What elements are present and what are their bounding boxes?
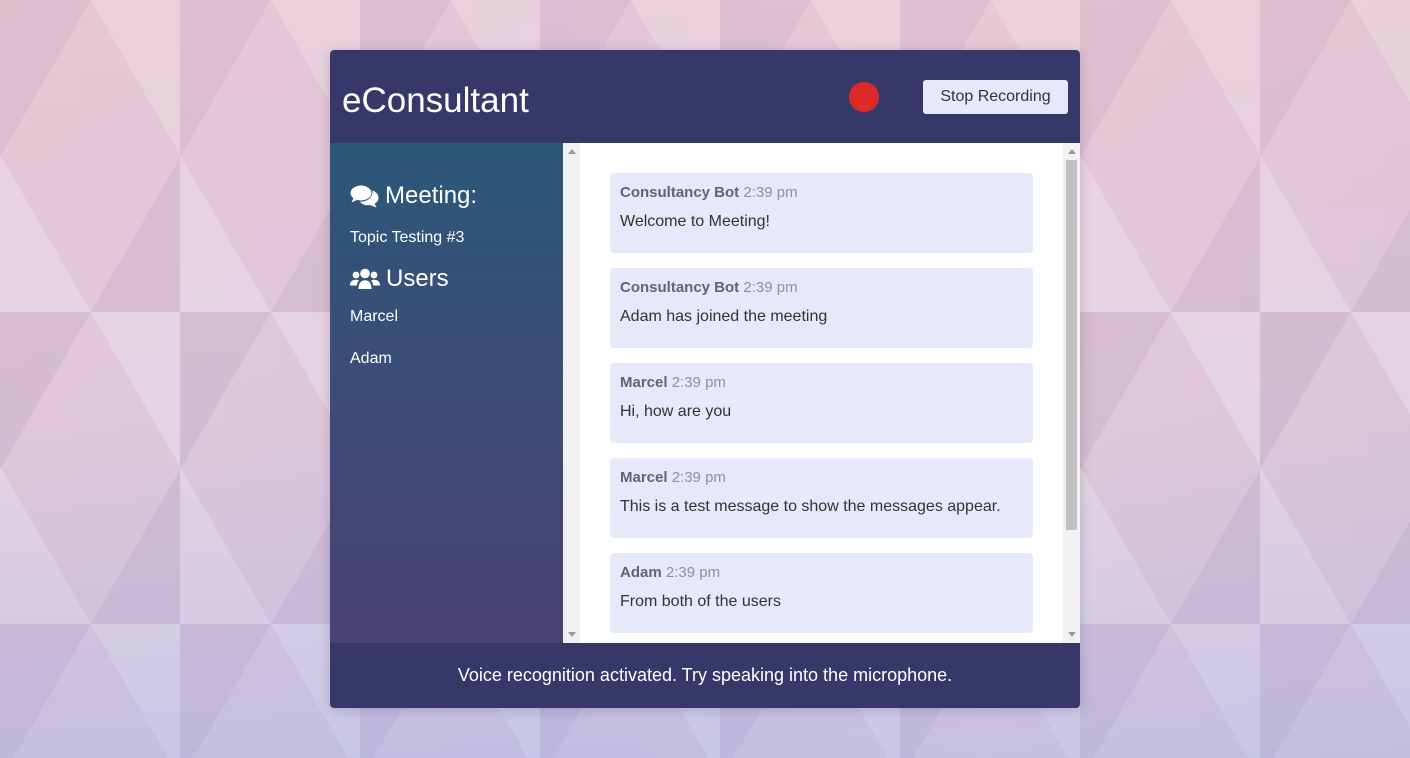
chat-scrollbar[interactable] [1063, 143, 1080, 643]
message-author: Marcel [620, 374, 668, 391]
sidebar: Meeting: Topic Testing #3 Users Marcel A… [330, 143, 563, 643]
message-time: 2:39 pm [665, 564, 721, 581]
meeting-topic: Topic Testing #3 [350, 229, 465, 246]
sidebar-scrollbar[interactable] [563, 143, 580, 643]
meeting-heading-label: Meeting: [385, 182, 478, 209]
message-item: Marcel 2:39 pm This is a test message to… [610, 458, 1033, 538]
message-meta: Marcel 2:39 pm [620, 374, 726, 392]
scrollbar-thumb[interactable] [1066, 160, 1077, 530]
status-bar: Voice recognition activated. Try speakin… [330, 643, 1080, 708]
message-meta: Consultancy Bot 2:39 pm [620, 184, 798, 202]
users-heading: Users [350, 264, 449, 294]
message-item: Adam 2:39 pm From both of the users [610, 553, 1033, 633]
app-header: eConsultant Stop Recording [330, 50, 1080, 143]
message-item: Consultancy Bot 2:39 pm Adam has joined … [610, 268, 1033, 348]
scroll-down-arrow-icon[interactable] [568, 632, 576, 637]
message-meta: Adam 2:39 pm [620, 564, 720, 582]
message-item: Marcel 2:39 pm Hi, how are you [610, 363, 1033, 443]
message-text: This is a test message to show the messa… [620, 498, 1001, 515]
message-meta: Consultancy Bot 2:39 pm [620, 279, 798, 297]
message-text: Adam has joined the meeting [620, 308, 828, 325]
message-author: Consultancy Bot [620, 184, 740, 201]
message-text: Welcome to Meeting! [620, 213, 770, 230]
comments-icon [350, 185, 379, 208]
status-text: Voice recognition activated. Try speakin… [457, 665, 953, 685]
message-meta: Marcel 2:39 pm [620, 469, 726, 487]
recording-indicator [849, 82, 879, 112]
message-item: Consultancy Bot 2:39 pm Welcome to Meeti… [610, 173, 1033, 253]
app-window: eConsultant Stop Recording Meeting: Topi… [330, 50, 1080, 708]
message-author: Marcel [620, 469, 668, 486]
meeting-heading: Meeting: [350, 181, 477, 211]
message-text: Hi, how are you [620, 403, 732, 420]
scroll-down-arrow-icon[interactable] [1068, 632, 1076, 637]
chat-messages: Consultancy Bot 2:39 pm Welcome to Meeti… [580, 143, 1063, 643]
app-title: eConsultant [342, 81, 529, 120]
main-body: Meeting: Topic Testing #3 Users Marcel A… [330, 143, 1080, 643]
users-heading-label: Users [386, 265, 449, 292]
user-item: Marcel [350, 308, 399, 325]
user-item: Adam [350, 350, 392, 367]
stop-recording-button[interactable]: Stop Recording [923, 80, 1068, 114]
users-icon [350, 268, 380, 289]
scroll-up-arrow-icon[interactable] [568, 149, 576, 154]
message-time: 2:39 pm [743, 184, 798, 201]
message-text: From both of the users [620, 593, 781, 610]
scroll-up-arrow-icon[interactable] [1068, 149, 1076, 154]
message-time: 2:39 pm [671, 469, 726, 486]
message-author: Consultancy Bot [620, 279, 740, 296]
message-time: 2:39 pm [671, 374, 726, 391]
message-time: 2:39 pm [743, 279, 798, 296]
message-author: Adam [620, 564, 662, 581]
